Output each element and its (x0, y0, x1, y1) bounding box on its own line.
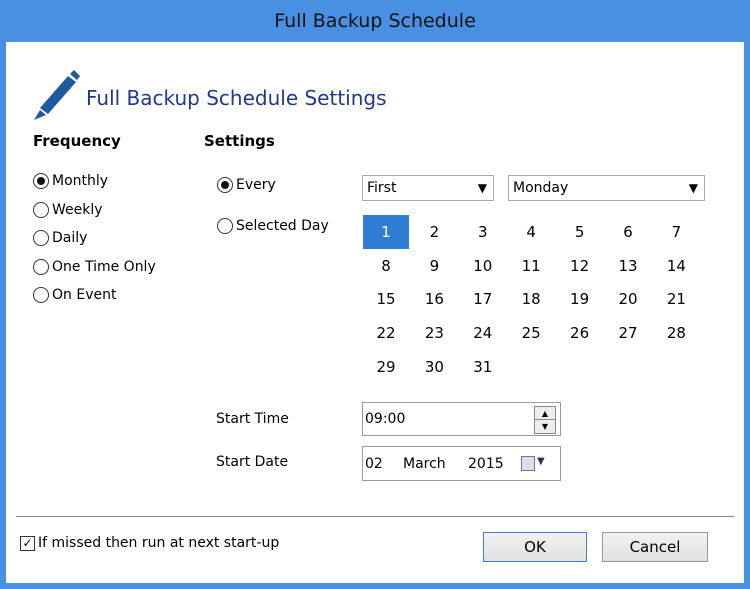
settings-heading: Settings (204, 132, 275, 150)
day-cell[interactable]: 4 (508, 215, 554, 249)
day-cell[interactable]: 30 (411, 350, 457, 384)
day-cell[interactable]: 13 (605, 249, 651, 283)
day-cell[interactable]: 9 (411, 249, 457, 283)
pencil-icon (34, 70, 80, 120)
day-cell[interactable]: 23 (411, 316, 457, 350)
day-cell[interactable]: 27 (605, 316, 651, 350)
ordinal-select[interactable]: First ▼ (362, 175, 494, 201)
radio-circle[interactable] (33, 173, 49, 189)
radio-selected-day[interactable]: Selected Day (217, 218, 329, 234)
day-cell[interactable]: 28 (653, 316, 699, 350)
missed-checkbox[interactable]: ✓ If missed then run at next start-up (20, 535, 279, 551)
start-time-input[interactable]: 09:00 ▲ ▼ (362, 402, 561, 436)
start-date-picker[interactable]: 02 March 2015 ▼ (362, 446, 561, 481)
radio-label: One Time Only (52, 259, 156, 275)
day-cell[interactable]: 2 (411, 215, 457, 249)
day-cell[interactable]: 26 (557, 316, 603, 350)
day-cell[interactable]: 31 (460, 350, 506, 384)
radio-label: Monthly (52, 173, 109, 189)
radio-monthly[interactable]: Monthly (33, 173, 108, 189)
day-cell[interactable]: 29 (363, 350, 409, 384)
day-cell[interactable]: 7 (653, 215, 699, 249)
day-cell[interactable]: 5 (557, 215, 603, 249)
cancel-button[interactable]: Cancel (602, 532, 708, 562)
start-date-label: Start Date (216, 454, 289, 470)
radio-circle[interactable] (33, 287, 49, 303)
day-cell[interactable]: 22 (363, 316, 409, 350)
checkbox-label: If missed then run at next start-up (38, 535, 280, 551)
radio-label: On Event (52, 287, 117, 303)
day-cell[interactable]: 1 (363, 215, 409, 249)
day-cell[interactable]: 15 (363, 282, 409, 316)
divider (16, 516, 734, 517)
calendar-icon[interactable] (521, 456, 535, 471)
spin-down-button[interactable]: ▼ (534, 419, 556, 434)
start-time-value: 09:00 (365, 411, 406, 427)
day-cell[interactable]: 14 (653, 249, 699, 283)
select-value: Monday (513, 180, 569, 196)
day-cell[interactable]: 19 (557, 282, 603, 316)
chevron-down-icon: ▼ (477, 181, 487, 195)
day-cell[interactable]: 16 (411, 282, 457, 316)
date-day[interactable]: 02 (365, 456, 383, 472)
date-year[interactable]: 2015 (468, 456, 504, 472)
radio-label: Selected Day (236, 218, 329, 234)
radio-circle[interactable] (33, 230, 49, 246)
day-cell[interactable]: 21 (653, 282, 699, 316)
day-cell[interactable]: 17 (460, 282, 506, 316)
radio-label: Daily (52, 230, 88, 246)
day-cell[interactable]: 20 (605, 282, 651, 316)
day-cell[interactable]: 3 (460, 215, 506, 249)
day-cell[interactable]: 12 (557, 249, 603, 283)
radio-circle[interactable] (217, 218, 233, 234)
select-value: First (367, 180, 397, 196)
radio-every[interactable]: Every (217, 177, 276, 193)
start-time-label: Start Time (216, 411, 289, 427)
day-cell[interactable]: 25 (508, 316, 554, 350)
weekday-select[interactable]: Monday ▼ (508, 175, 705, 201)
radio-daily[interactable]: Daily (33, 230, 87, 246)
radio-label: Every (236, 177, 276, 193)
radio-one-time-only[interactable]: One Time Only (33, 259, 156, 275)
radio-label: Weekly (52, 202, 103, 218)
radio-circle[interactable] (217, 177, 233, 193)
day-cell[interactable]: 11 (508, 249, 554, 283)
ok-button[interactable]: OK (483, 532, 587, 562)
radio-weekly[interactable]: Weekly (33, 202, 103, 218)
window-title: Full Backup Schedule (274, 10, 476, 32)
day-cell[interactable]: 10 (460, 249, 506, 283)
day-cell[interactable]: 8 (363, 249, 409, 283)
frequency-heading: Frequency (33, 132, 121, 150)
chevron-down-icon: ▼ (688, 181, 698, 195)
checkmark-icon[interactable]: ✓ (20, 535, 35, 551)
radio-circle[interactable] (33, 202, 49, 218)
chevron-down-icon[interactable]: ▼ (537, 456, 545, 467)
day-cell[interactable]: 6 (605, 215, 651, 249)
radio-on-event[interactable]: On Event (33, 287, 116, 303)
date-month[interactable]: March (403, 456, 446, 472)
day-cell[interactable]: 24 (460, 316, 506, 350)
day-grid: 1 2 3 4 5 6 7 8 9 10 11 12 13 14 15 16 17 18 19 20 21 22 23 24 2… (363, 215, 703, 385)
header-title: Full Backup Schedule Settings (86, 86, 387, 110)
dialog-content: Full Backup Schedule Settings Frequency … (6, 42, 744, 583)
day-cell[interactable]: 18 (508, 282, 554, 316)
radio-circle[interactable] (33, 259, 49, 275)
